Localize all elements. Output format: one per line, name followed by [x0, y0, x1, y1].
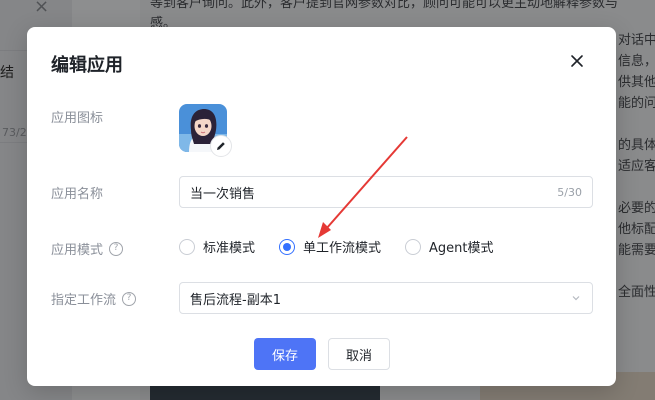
app-mode-label-text: 应用模式: [51, 243, 104, 258]
close-button[interactable]: [567, 51, 587, 71]
app-icon-picker[interactable]: [179, 104, 232, 157]
workflow-label-text: 指定工作流: [51, 293, 117, 308]
help-icon[interactable]: ?: [122, 291, 137, 306]
chevron-down-icon: [572, 296, 580, 301]
radio-label: 单工作流模式: [303, 241, 382, 256]
radio-agent-mode[interactable]: Agent模式: [405, 237, 494, 256]
app-name-value: 当一次销售: [190, 186, 256, 202]
app-name-label: 应用名称: [51, 183, 103, 202]
help-icon[interactable]: ?: [109, 241, 124, 256]
radio-label: 标准模式: [203, 241, 256, 256]
close-icon: [571, 55, 583, 67]
app-icon-label: 应用图标: [51, 107, 103, 126]
radio-button[interactable]: [179, 238, 195, 255]
radio-standard-mode[interactable]: 标准模式: [179, 237, 255, 256]
char-counter: 5/30: [557, 185, 582, 199]
pencil-icon: [217, 142, 225, 150]
cancel-button[interactable]: 取消: [328, 338, 390, 370]
app-mode-radio-group: 标准模式 单工作流模式 Agent模式: [179, 237, 518, 256]
app-name-label-text: 应用名称: [51, 187, 104, 202]
radio-button-checked[interactable]: [279, 238, 296, 255]
save-button[interactable]: 保存: [254, 338, 316, 370]
workflow-select-value: 售后流程-副本1: [190, 292, 281, 308]
workflow-label: 指定工作流 ?: [51, 289, 137, 308]
workflow-select[interactable]: 售后流程-副本1: [179, 282, 593, 314]
radio-single-workflow-mode[interactable]: 单工作流模式: [279, 237, 381, 256]
radio-button[interactable]: [405, 238, 422, 255]
app-icon-label-text: 应用图标: [51, 111, 104, 126]
edit-icon-button[interactable]: [210, 135, 232, 157]
app-name-input[interactable]: 当一次销售 5/30: [179, 176, 593, 208]
dialog-title: 编辑应用: [51, 55, 123, 76]
radio-label: Agent模式: [429, 241, 494, 256]
app-mode-label: 应用模式 ?: [51, 239, 124, 258]
edit-app-dialog: 编辑应用 应用图标 应用名称 当一次销售 5/30 应用模式 ? 标准模式 单工…: [27, 27, 616, 386]
